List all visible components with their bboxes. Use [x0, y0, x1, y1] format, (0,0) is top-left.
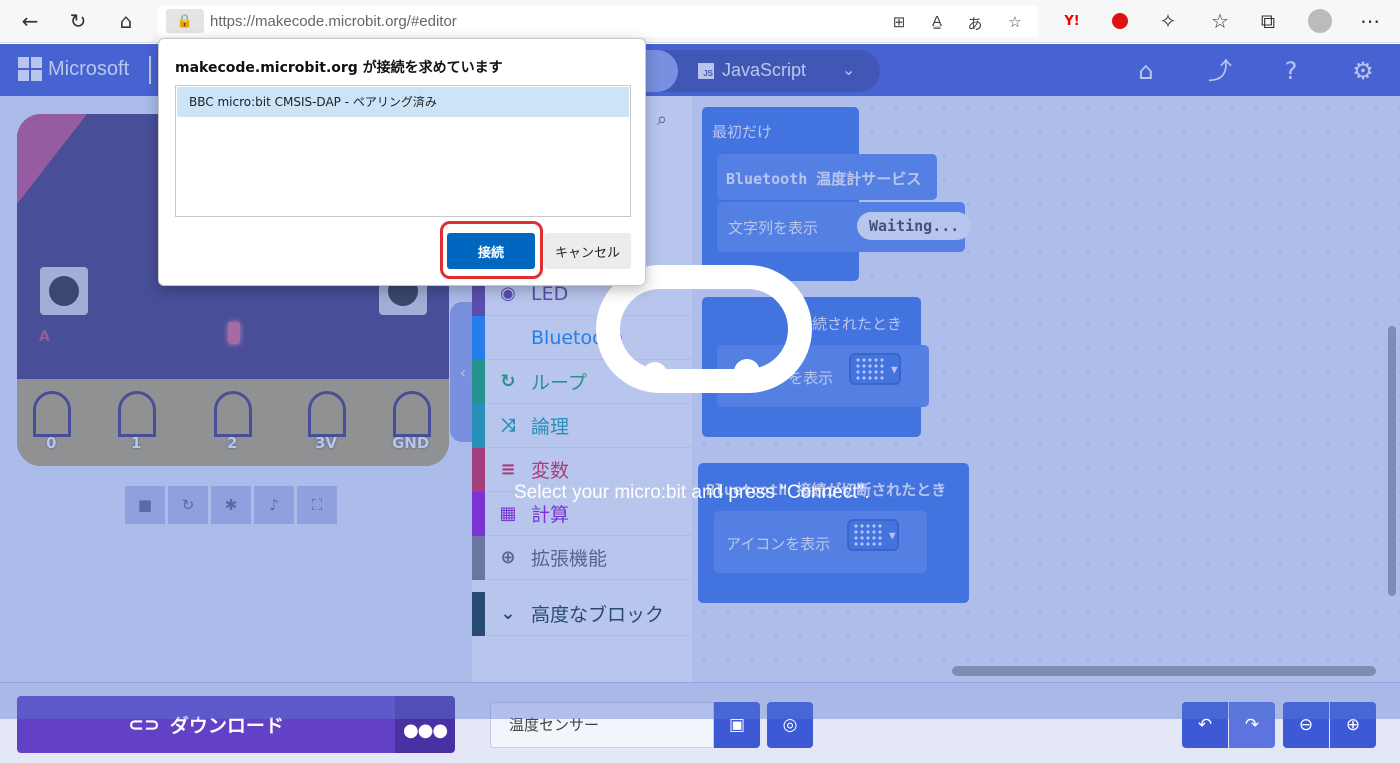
security-extension-icon[interactable] [1104, 5, 1136, 37]
menu-icon[interactable]: ⋯ [1354, 5, 1386, 37]
connect-button[interactable]: 接続 [447, 233, 535, 269]
dialog-title: makecode.microbit.org が接続を求めています [175, 60, 503, 76]
lock-icon[interactable]: 🔒 [166, 9, 204, 33]
profile-icon[interactable] [1304, 5, 1336, 37]
browser-toolbar: ← ↻ ⌂ 🔒 https://makecode.microbit.org/#e… [0, 0, 1400, 43]
toggle-dot-icon [643, 362, 667, 386]
grid-view-icon[interactable]: ⊞ [885, 13, 913, 31]
extensions-icon[interactable]: ✧ [1152, 5, 1184, 37]
translate-icon[interactable]: あ [961, 13, 989, 34]
favorite-add-icon[interactable]: ☆ [1001, 13, 1029, 31]
device-list[interactable]: BBC micro:bit CMSIS-DAP - ペアリング済み [175, 85, 631, 217]
toggle-dot-icon [734, 359, 760, 385]
device-item[interactable]: BBC micro:bit CMSIS-DAP - ペアリング済み [177, 87, 629, 117]
refresh-icon[interactable]: ↻ [62, 5, 94, 37]
address-bar[interactable]: 🔒 https://makecode.microbit.org/#editor … [158, 5, 1038, 37]
connect-instructions: Select your micro:bit and press "Connect… [514, 482, 870, 503]
cancel-button[interactable]: キャンセル [544, 233, 631, 269]
device-picker-dialog: makecode.microbit.org が接続を求めています BBC mic… [158, 38, 646, 286]
favorites-icon[interactable]: ☆ [1204, 5, 1236, 37]
yahoo-extension-icon[interactable]: Y! [1056, 5, 1088, 37]
collections-icon[interactable]: ⧉ [1252, 5, 1284, 37]
read-aloud-icon[interactable]: A͇ [923, 13, 951, 30]
back-icon[interactable]: ← [14, 5, 46, 37]
home-icon[interactable]: ⌂ [110, 5, 142, 37]
url-text: https://makecode.microbit.org/#editor [210, 12, 457, 30]
